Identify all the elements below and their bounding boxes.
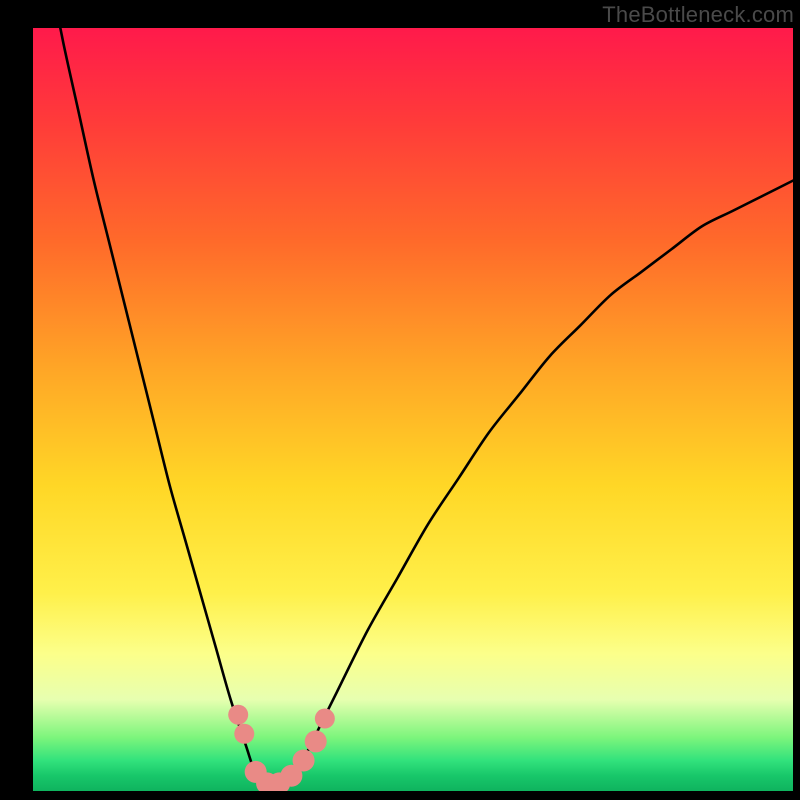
outer-frame: TheBottleneck.com — [0, 0, 800, 800]
right-upper-dot — [315, 709, 335, 729]
right-lower-dot — [293, 749, 315, 771]
plot-area — [33, 28, 793, 791]
watermark-text: TheBottleneck.com — [602, 2, 794, 28]
chart-svg — [33, 28, 793, 791]
bottleneck-curve — [33, 28, 793, 791]
right-mid-dot — [305, 730, 327, 752]
left-lower-dot — [234, 724, 254, 744]
left-upper-dot — [228, 705, 248, 725]
